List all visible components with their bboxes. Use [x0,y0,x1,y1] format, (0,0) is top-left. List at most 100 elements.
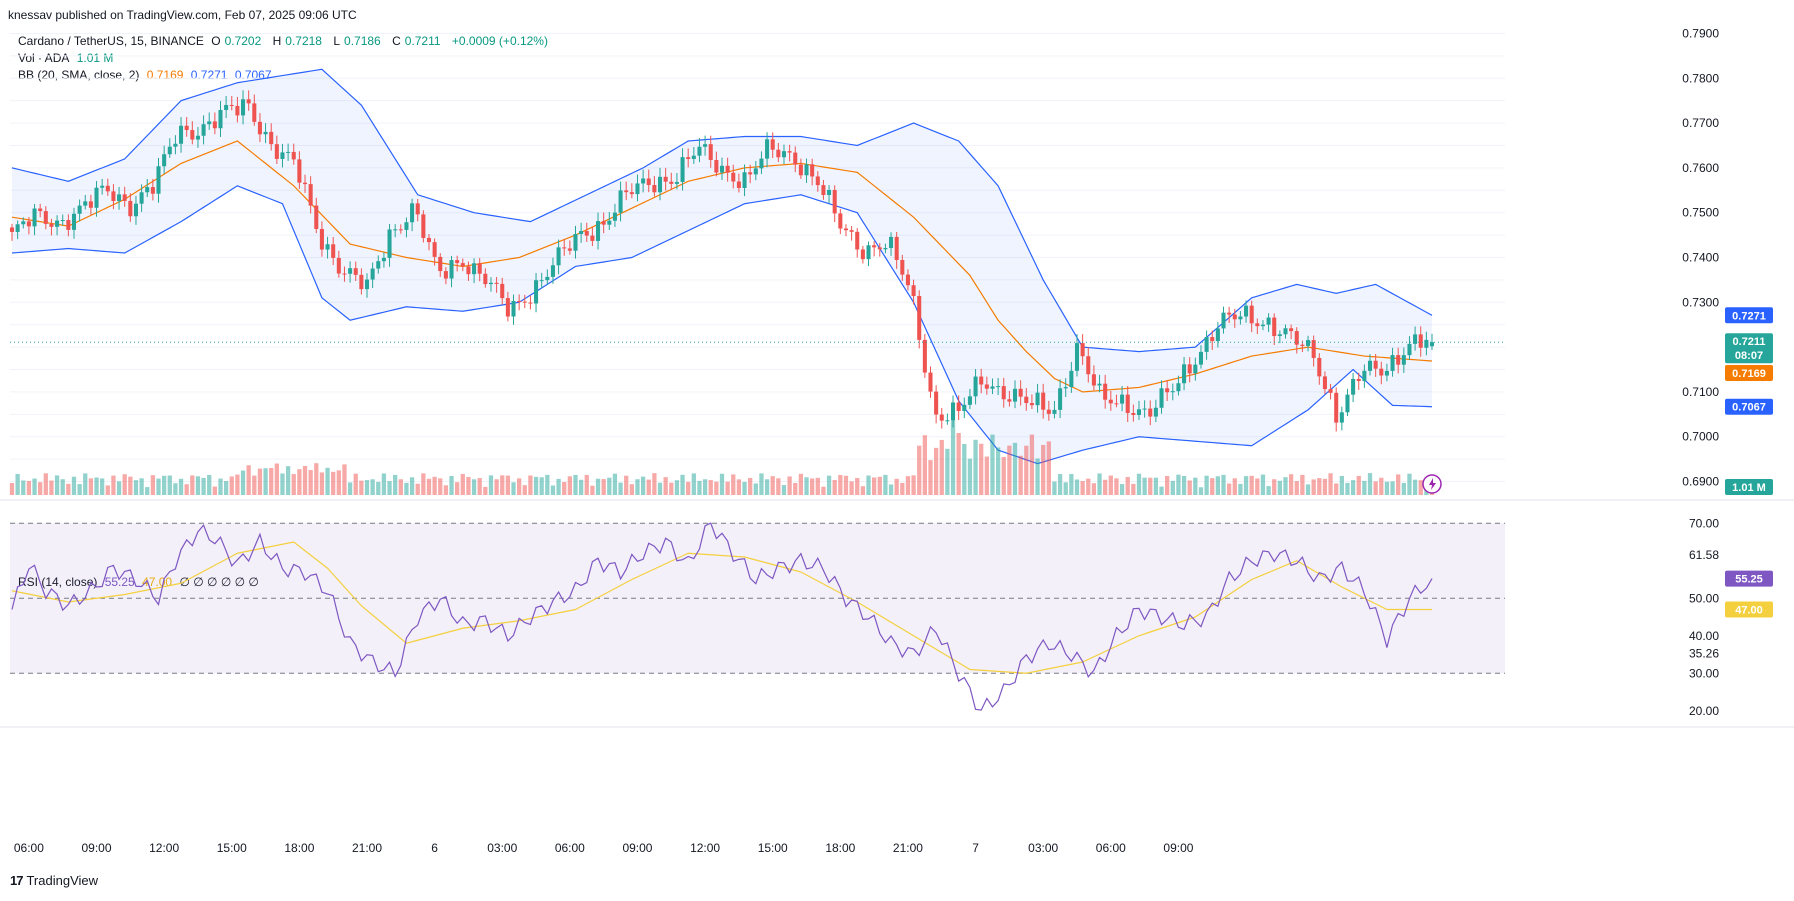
volume-bar [798,473,804,495]
volume-bar [1142,477,1147,495]
candle-body [393,229,398,231]
time-tick-label: 21:00 [352,841,382,855]
candle-body [556,247,561,266]
candle-body [381,257,386,262]
price-tick-label: 0.7500 [1682,206,1719,220]
candle-body [984,384,989,389]
volume-bar [550,485,556,495]
volume-bar [1181,475,1187,495]
volume-bar [1412,479,1418,495]
volume-bar [787,476,792,495]
candle-body [1108,399,1113,404]
volume-bar [100,478,105,495]
candle-body [911,285,916,297]
volume-bar [173,483,178,495]
candle-body [1255,323,1260,327]
volume-bar [556,478,561,495]
candle-body [438,256,443,272]
candle-body [1322,376,1327,390]
tradingview-logo[interactable]: 17 TradingView [10,873,98,888]
candle-body [15,224,20,232]
candle-body [38,208,43,212]
candle-body [612,212,617,221]
volume-bar [866,475,871,495]
volume-bar [1255,478,1260,495]
volume-bar [207,475,212,495]
candle-body [770,139,775,150]
volume-bar [877,476,882,495]
volume-bar [1215,476,1221,495]
rsi-tick-label: 20.00 [1689,704,1719,718]
volume-bar [1001,456,1006,495]
candle-body [314,205,319,229]
volume-bar [223,481,229,495]
candle-body [128,200,133,217]
volume-bar [1176,474,1181,495]
volume-bar [122,474,127,495]
candle-body [917,296,922,340]
volume-bar [15,473,20,495]
volume-bar [1328,473,1333,495]
volume-bar [793,482,798,495]
candle-body [511,301,516,317]
volume-bar [1373,481,1378,495]
candle-body [1300,344,1305,346]
candle-body [703,144,708,147]
candle-body [562,247,567,249]
price-tick-label: 0.7900 [1682,26,1719,40]
candle-body [646,178,651,186]
volume-bar [640,476,646,495]
candle-body [105,185,110,192]
candle-body [725,165,730,173]
time-tick-label: 12:00 [690,841,720,855]
volume-bar [939,439,944,495]
tradingview-snapshot: knessav published on TradingView.com, Fe… [0,0,1794,901]
candle-body [1396,355,1401,365]
time-tick-label: 7 [972,841,979,855]
candle-body [83,201,88,206]
volume-bar [139,478,144,495]
volume-bar [759,473,764,495]
volume-bar [505,475,511,495]
volume-bar [105,485,110,495]
candle-body [1283,328,1288,335]
volume-bar [370,479,375,495]
candle-body [387,229,392,258]
candle-body [291,151,296,160]
candle-body [229,104,234,106]
volume-bar [291,474,296,495]
volume-bar [43,473,48,495]
volume-bar [872,477,877,495]
volume-bar [364,480,370,495]
candle-body [1176,383,1181,392]
candle-body [590,235,595,241]
volume-bar [753,483,758,495]
volume-bar [1091,483,1097,495]
candle-body [1091,374,1096,386]
candle-body [866,245,871,260]
candle-body [635,183,640,195]
price-tick-label: 0.7600 [1682,161,1719,175]
volume-bar [883,474,888,495]
volume-bar [1069,474,1074,495]
candle-body [550,265,555,277]
volume-bar [815,477,820,495]
candle-body [697,146,702,156]
chart-canvas[interactable]: 0.7900 0.7800 0.7700 0.7600 0.7500 0.7400 0.73… [0,0,1794,901]
volume-bar [1221,474,1226,495]
volume-bar [742,481,747,495]
volume-bar [967,458,973,495]
candle-body [1159,388,1164,408]
candle-body [1148,408,1153,417]
candle-body [1165,388,1170,393]
candle-body [708,144,713,160]
volume-bar [635,479,640,495]
volume-bar [49,480,54,495]
volume-bar [714,481,719,495]
rsi-ma-tag: 47.00 [1735,605,1763,617]
candle-body [776,149,781,158]
volume-bar [1007,445,1012,495]
price-tick-label: 0.7800 [1682,71,1719,85]
candle-body [601,221,606,225]
candle-body [928,372,933,392]
